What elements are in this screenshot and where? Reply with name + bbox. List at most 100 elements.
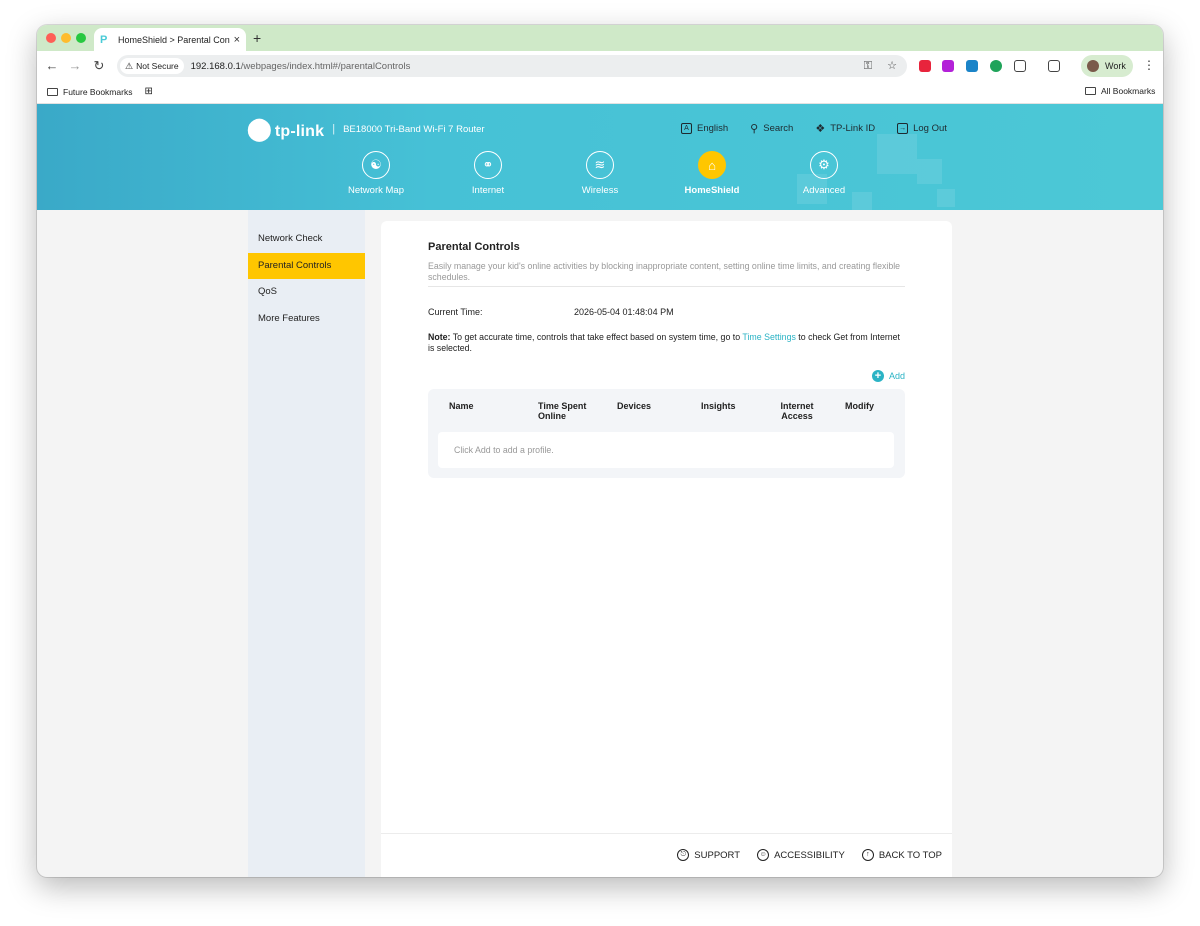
nav-homeshield[interactable]: ⌂ HomeShield xyxy=(667,151,757,196)
address-bar-actions: ⚿ ☆ xyxy=(852,59,897,73)
nav-network-map[interactable]: ☯ Network Map xyxy=(331,151,421,196)
page-title: Parental Controls xyxy=(428,241,520,253)
maximize-window-button[interactable] xyxy=(76,33,86,43)
network-map-icon: ☯ xyxy=(362,151,390,179)
minimize-window-button[interactable] xyxy=(61,33,71,43)
column-header-devices: Devices xyxy=(617,401,652,411)
column-header-internet-access: Internet Access xyxy=(780,401,814,421)
tab-title: HomeShield > Parental Controls xyxy=(117,34,230,45)
accessibility-link[interactable]: ☺ ACCESSIBILITY xyxy=(757,849,845,861)
router-model: BE18000 Tri-Band Wi-Fi 7 Router xyxy=(343,123,485,135)
tplink-favicon-icon: P xyxy=(100,33,108,46)
brand: ⬤ tp-link | BE18000 Tri-Band Wi-Fi 7 Rout… xyxy=(247,116,485,142)
language-icon: A xyxy=(681,123,692,134)
url-host: 192.168.0.1 xyxy=(190,60,241,72)
extensions-puzzle-icon[interactable] xyxy=(1014,60,1026,72)
sidebar-item-more-features[interactable]: More Features xyxy=(248,306,365,333)
nav-label: Internet xyxy=(471,185,505,196)
reload-icon[interactable]: ↻ xyxy=(91,58,107,74)
content-panel: Parental Controls Easily manage your kid… xyxy=(381,221,952,877)
headset-icon: ⎋ xyxy=(677,849,690,861)
plus-circle-icon: + xyxy=(872,370,884,382)
time-note: Note: To get accurate time, controls tha… xyxy=(428,332,904,353)
tab-strip: P HomeShield > Parental Controls × + xyxy=(37,25,1163,51)
profile-name: Work xyxy=(1105,61,1126,71)
apps-grid-icon[interactable]: ⊞ xyxy=(144,86,152,97)
accessibility-icon: ☺ xyxy=(757,849,770,861)
tplink-id-link[interactable]: ❖ TP-Link ID xyxy=(815,122,875,135)
note-text: To get accurate time, controls that take… xyxy=(450,332,743,342)
globe-icon: ⚭ xyxy=(474,151,502,179)
brand-name: tp-link xyxy=(274,123,325,140)
key-icon[interactable]: ⚿ xyxy=(864,60,872,72)
browser-toolbar: ← → ↻ ⚠ Not Secure 192.168.0.1/webpages/… xyxy=(37,51,1163,81)
back-to-top-label: BACK TO TOP xyxy=(878,849,942,861)
extension-blue-icon[interactable] xyxy=(966,60,978,72)
profile-button[interactable]: Work xyxy=(1081,55,1133,77)
browser-tab-active[interactable]: P HomeShield > Parental Controls × xyxy=(94,28,246,51)
language-link[interactable]: A English xyxy=(681,122,728,135)
arrow-up-icon: ↑ xyxy=(861,849,874,861)
nav-internet[interactable]: ⚭ Internet xyxy=(443,151,533,196)
search-link[interactable]: ⚲ Search xyxy=(750,122,793,135)
empty-table-message: Click Add to add a profile. xyxy=(438,432,894,468)
gear-icon: ⚙ xyxy=(810,151,838,179)
sidebar-item-qos[interactable]: QoS xyxy=(248,279,365,306)
extension-purple-icon[interactable] xyxy=(942,60,954,72)
wifi-icon: ≋ xyxy=(586,151,614,179)
sidebar-item-parental-controls[interactable]: Parental Controls xyxy=(248,252,365,279)
back-arrow-icon[interactable]: ← xyxy=(44,58,60,73)
column-header-name: Name xyxy=(449,401,474,411)
bookmark-all-label: All Bookmarks xyxy=(1101,86,1156,96)
column-header-insights: Insights xyxy=(701,401,736,411)
divider xyxy=(428,286,905,287)
time-settings-link[interactable]: Time Settings xyxy=(742,332,795,342)
bookmark-all[interactable]: All Bookmarks xyxy=(1085,86,1155,96)
logout-icon: → xyxy=(897,123,909,134)
security-chip[interactable]: ⚠ Not Secure xyxy=(120,58,184,74)
note-prefix: Note: xyxy=(428,332,451,342)
current-time-label: Current Time: xyxy=(428,307,483,317)
support-link[interactable]: ⎋ SUPPORT xyxy=(677,849,740,861)
extension-red-icon[interactable] xyxy=(919,60,931,72)
extension-green-icon[interactable] xyxy=(990,60,1002,72)
tab-search-icon[interactable] xyxy=(1048,60,1060,72)
url-text: 192.168.0.1/webpages/index.html#/parenta… xyxy=(191,61,411,72)
footer-links: ⎋ SUPPORT ☺ ACCESSIBILITY ↑ BACK TO TOP xyxy=(660,849,942,861)
bookmark-star-icon[interactable]: ☆ xyxy=(887,60,897,72)
close-window-button[interactable] xyxy=(46,33,56,43)
tplink-logo-icon: ⬤ xyxy=(247,116,272,141)
address-bar[interactable]: ⚠ Not Secure 192.168.0.1/webpages/index.… xyxy=(117,55,907,77)
column-header-time-spent: Time Spent Online xyxy=(538,401,587,421)
menu-kebab-icon[interactable]: ⋮ xyxy=(1143,58,1155,72)
nav-advanced[interactable]: ⚙ Advanced xyxy=(779,151,869,196)
security-label: Not Secure xyxy=(136,61,179,71)
back-to-top-link[interactable]: ↑ BACK TO TOP xyxy=(861,849,942,861)
accessibility-label: ACCESSIBILITY xyxy=(774,849,845,861)
search-icon: ⚲ xyxy=(750,123,759,135)
page-description: Easily manage your kid's online activiti… xyxy=(428,261,901,282)
sidebar-item-network-check[interactable]: Network Check xyxy=(248,226,365,253)
nav-label: Network Map xyxy=(348,185,404,196)
warning-icon: ⚠ xyxy=(125,60,134,71)
router-header: ⬤ tp-link | BE18000 Tri-Band Wi-Fi 7 Rout… xyxy=(37,104,1163,210)
tab-close-icon[interactable]: × xyxy=(234,34,240,46)
nav-label: HomeShield xyxy=(684,185,740,196)
brand-separator: | xyxy=(332,123,336,135)
bookmark-future[interactable]: Future Bookmarks ⊞ xyxy=(47,86,153,97)
add-profile-button[interactable]: + Add xyxy=(872,370,905,382)
tplink-logo[interactable]: ⬤ tp-link xyxy=(247,116,324,142)
current-time-value: 2026-05-04 01:48:04 PM xyxy=(574,307,674,317)
forward-arrow-icon[interactable]: → xyxy=(67,58,83,73)
profiles-table: Name Time Spent Online Devices Insights … xyxy=(428,389,905,478)
logout-label: Log Out xyxy=(913,123,947,134)
sidebar: Network Check Parental Controls QoS More… xyxy=(248,210,365,877)
browser-window: P HomeShield > Parental Controls × + ← →… xyxy=(37,25,1163,877)
nav-wireless[interactable]: ≋ Wireless xyxy=(555,151,645,196)
bookmarks-bar: Future Bookmarks ⊞ All Bookmarks xyxy=(37,81,1163,104)
add-label: Add xyxy=(889,371,906,381)
homeshield-icon: ⌂ xyxy=(698,151,726,179)
new-tab-button[interactable]: + xyxy=(253,30,261,46)
logout-link[interactable]: → Log Out xyxy=(897,122,947,135)
nav-label: Advanced xyxy=(802,185,846,196)
